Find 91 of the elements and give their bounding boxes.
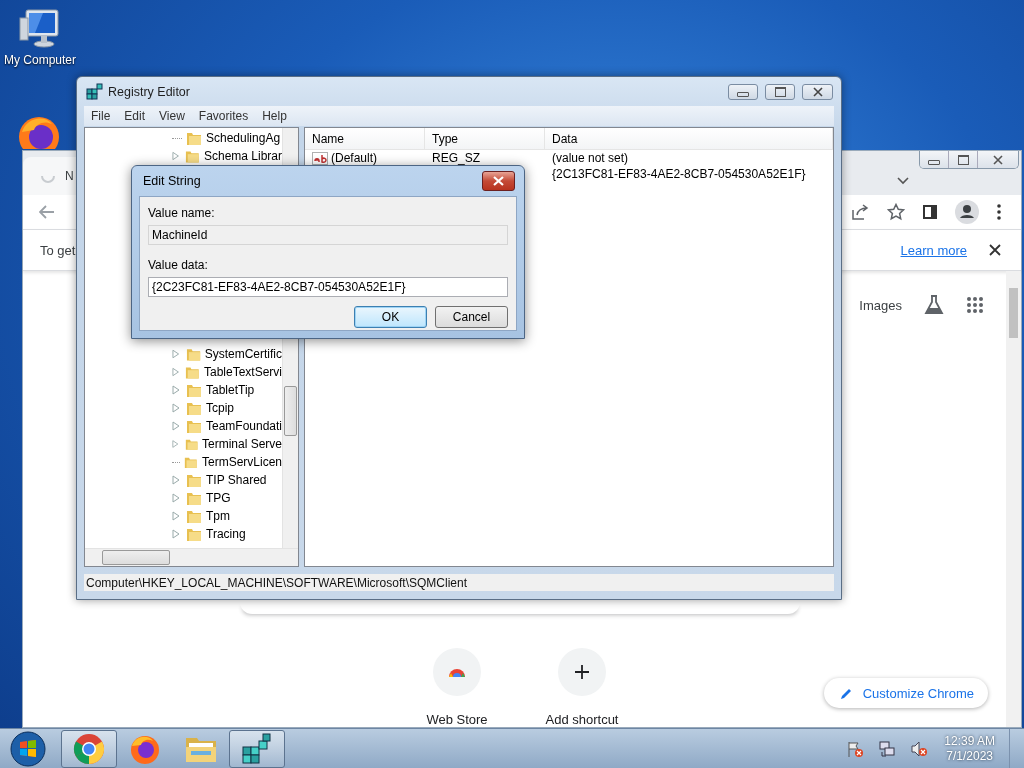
add-shortcut-button[interactable] xyxy=(558,648,606,696)
value-type: REG_SZ xyxy=(432,151,480,165)
back-icon[interactable] xyxy=(39,205,55,219)
minimize-button[interactable] xyxy=(920,151,948,168)
tree-item[interactable]: Schema Librar xyxy=(203,149,282,163)
folder-icon xyxy=(186,382,202,398)
folder-icon xyxy=(186,526,202,542)
folder-icon xyxy=(186,130,202,146)
network-icon[interactable] xyxy=(878,739,897,758)
side-panel-icon[interactable] xyxy=(923,205,937,219)
tree-item[interactable]: TermServLicen xyxy=(201,455,282,469)
computer-icon[interactable] xyxy=(18,8,62,50)
chrome-icon xyxy=(73,732,105,765)
desktop-icon-label[interactable]: My Computer xyxy=(4,53,76,67)
close-button[interactable] xyxy=(482,171,515,191)
folder-icon xyxy=(186,472,202,488)
close-icon xyxy=(993,154,1003,165)
menu-icon[interactable] xyxy=(997,204,1001,220)
loading-icon xyxy=(41,175,55,183)
apps-grid-icon[interactable] xyxy=(966,296,984,314)
tree-item[interactable]: Tcpip xyxy=(206,401,234,415)
close-button[interactable] xyxy=(977,151,1018,168)
tree-item[interactable]: TeamFoundati xyxy=(205,419,282,433)
store-icon xyxy=(448,667,466,677)
close-icon[interactable] xyxy=(989,244,1001,256)
tree-item[interactable]: TPG xyxy=(206,491,231,505)
share-icon[interactable] xyxy=(851,204,869,220)
tree-item[interactable]: TabletTip xyxy=(206,383,255,397)
minimize-button[interactable] xyxy=(728,83,758,100)
star-icon[interactable] xyxy=(887,203,905,221)
tree-item[interactable]: TIP Shared xyxy=(206,473,267,487)
taskbar-button[interactable] xyxy=(229,729,285,768)
taskbar-button[interactable] xyxy=(61,729,117,768)
flask-icon[interactable] xyxy=(924,295,944,315)
images-link[interactable]: Images xyxy=(859,297,902,313)
maximize-button[interactable] xyxy=(948,151,977,168)
tree-item[interactable]: TableTextServi xyxy=(203,365,282,379)
scrollbar[interactable] xyxy=(85,548,298,566)
folder-icon xyxy=(186,508,202,524)
chevron-down-icon[interactable] xyxy=(897,177,909,185)
folder-icon xyxy=(185,148,200,164)
tree-item[interactable]: SchedulingAg xyxy=(206,131,281,145)
field-label: Value data: xyxy=(148,258,209,273)
close-icon xyxy=(812,86,823,97)
flag-icon[interactable] xyxy=(846,739,865,758)
cancel-button[interactable]: Cancel xyxy=(435,306,508,328)
tree-item[interactable]: Tracing xyxy=(206,527,246,541)
value-name-field[interactable]: MachineId xyxy=(148,225,508,245)
column-header[interactable]: Name xyxy=(305,128,425,149)
plus-icon xyxy=(575,665,589,679)
pencil-icon xyxy=(839,686,853,700)
registry-icon xyxy=(241,732,273,765)
folder-icon xyxy=(185,346,201,362)
column-header[interactable]: Type xyxy=(425,128,545,149)
folder-icon xyxy=(186,400,202,416)
scrollbar[interactable] xyxy=(1006,271,1021,727)
folder-icon xyxy=(186,490,202,506)
string-value-icon xyxy=(312,151,328,165)
menu-item[interactable]: Edit xyxy=(117,109,153,123)
learn-more-link[interactable]: Learn more xyxy=(900,242,967,258)
menu-item[interactable]: Help xyxy=(255,109,294,123)
field-label: Value name: xyxy=(148,206,216,221)
value-data: (value not set) xyxy=(552,151,629,165)
value-name[interactable]: (Default) xyxy=(331,151,377,165)
tree-item[interactable]: Terminal Serve xyxy=(201,437,282,451)
ok-button[interactable]: OK xyxy=(354,306,427,328)
shortcut-label[interactable]: Add shortcut xyxy=(545,712,619,727)
window-title: Registry Editor xyxy=(108,84,190,99)
status-bar: Computer\HKEY_LOCAL_MACHINE\SOFTWARE\Microsoft\SQMClient xyxy=(84,574,834,591)
close-button[interactable] xyxy=(802,83,833,100)
shortcut-tile[interactable] xyxy=(433,648,481,696)
maximize-button[interactable] xyxy=(765,83,795,100)
folder-icon xyxy=(185,364,200,380)
registry-icon xyxy=(86,82,104,101)
menu-item[interactable]: View xyxy=(152,109,192,123)
infobar-text: To get xyxy=(40,242,76,258)
tree-item[interactable]: SystemCertific xyxy=(204,347,282,361)
folder-icon xyxy=(186,418,202,434)
tree-item[interactable]: Tpm xyxy=(206,509,230,523)
shortcut-label[interactable]: Web Store xyxy=(426,712,488,727)
value-data: {2C13FC81-EF83-4AE2-8CB7-054530A52E1F} xyxy=(552,167,806,181)
column-header[interactable]: Data xyxy=(545,128,833,149)
close-icon xyxy=(493,176,504,186)
customize-chrome-button[interactable]: Customize Chrome xyxy=(823,678,988,708)
dialog-title: Edit String xyxy=(143,174,201,188)
volume-muted-icon[interactable] xyxy=(910,739,929,758)
menu-item[interactable]: File xyxy=(84,109,118,123)
menu-item[interactable]: Favorites xyxy=(191,109,256,123)
value-data-field[interactable]: {2C23FC81-EF83-4AE2-8CB7-054530A52E1F} xyxy=(148,277,508,297)
profile-icon[interactable] xyxy=(955,200,979,224)
start-button[interactable] xyxy=(9,729,47,768)
